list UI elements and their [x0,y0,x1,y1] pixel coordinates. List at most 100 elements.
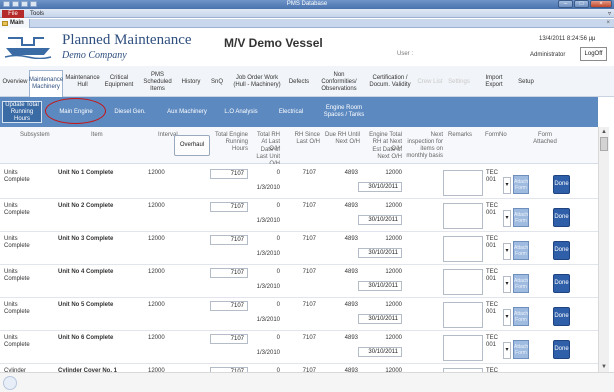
attach-form-button[interactable]: Attach Form [513,175,529,194]
cell-due-rh: 4893 [344,302,358,308]
remarks-field[interactable] [443,269,483,295]
formno-dropdown[interactable]: ▾ [503,243,511,260]
nav-crew-list[interactable]: Crew List [417,70,443,94]
scroll-down-icon[interactable]: ▼ [599,362,609,372]
running-hours-field[interactable]: 7107 [210,334,248,344]
file-tab[interactable]: File [2,10,24,18]
done-button[interactable]: Done [553,340,570,359]
vertical-scrollbar[interactable]: ▲ ▼ [598,127,609,372]
done-button[interactable]: Done [553,241,570,260]
ribbon-collapse-icon[interactable]: ▿ [608,10,611,17]
nav-job-order-work[interactable]: Job Order Work (Hull - Machinery) [230,70,284,94]
est-date-field[interactable]: 30/10/2011 [358,215,402,225]
running-hours-field[interactable]: 7107 [210,301,248,311]
col-formno: FormNo [485,132,507,138]
overhaul-button[interactable]: Overhaul [174,135,210,156]
nav-non-conformities[interactable]: Non Conformities/ Observations [315,70,363,94]
cell-subsystem: Units Complete [4,236,30,249]
cell-formno: TEC 001 [486,203,498,216]
cell-subsystem: Units Complete [4,269,30,282]
nav-settings[interactable]: Settings [446,70,472,94]
company-name: Demo Company [62,50,127,61]
formno-dropdown[interactable]: ▾ [503,210,511,227]
nav-maintenance-machinery[interactable]: Maintenance Machinery [29,70,63,97]
table-row: Units Complete Unit No 2 Complete 12000 710… [0,199,598,232]
close-button[interactable]: × [590,0,612,8]
nav-setup[interactable]: Setup [515,70,537,94]
logoff-button[interactable]: LogOff [580,47,607,61]
running-hours-field[interactable]: 7107 [210,169,248,179]
tab-main[interactable]: Main [0,19,30,28]
cell-rh-at-last: 0 [276,170,280,176]
scroll-up-icon[interactable]: ▲ [599,127,609,137]
nav-snq[interactable]: SnQ [207,70,227,94]
nav-overview[interactable]: Overview [2,70,28,94]
scroll-thumb[interactable] [600,137,608,151]
subnav-lo-analysis[interactable]: L.O Analysis [218,101,264,123]
est-date-field[interactable]: 30/10/2011 [358,314,402,324]
nav-certification[interactable]: Certification / Docum. Validity [366,70,414,94]
est-date-field[interactable]: 30/10/2011 [358,248,402,258]
cell-item: Unit No 1 Complete [58,170,114,176]
vessel-name: M/V Demo Vessel [224,36,323,50]
cell-due-rh: 4893 [344,170,358,176]
close-tab-icon[interactable]: × [606,20,610,26]
attach-form-button[interactable]: Attach Form [513,208,529,227]
tools-tab[interactable]: Tools [30,10,44,18]
nav-critical-equipment[interactable]: Critical Equipment [102,70,136,94]
est-date-field[interactable]: 30/10/2011 [358,281,402,291]
remarks-field[interactable] [443,302,483,328]
est-date-field[interactable]: 30/10/2011 [358,182,402,192]
subnav-aux-machinery[interactable]: Aux Machinery [160,101,214,123]
nav-maintenance-hull[interactable]: Maintenance Hull [65,70,99,94]
cell-rh-since: 7107 [302,335,316,341]
done-button[interactable]: Done [553,274,570,293]
cell-item: Unit No 3 Complete [58,236,114,242]
cell-formno: TEC 001 [486,236,498,249]
app-header: Planned Maintenance Demo Company M/V Dem… [0,29,614,66]
attach-form-button[interactable]: Attach Form [513,340,529,359]
running-hours-field[interactable]: 7107 [210,235,248,245]
formno-dropdown[interactable]: ▾ [503,177,511,194]
nav-pms-scheduled-items[interactable]: PMS Scheduled Items [140,70,175,94]
cell-formno: TEC 001 [486,269,498,282]
column-headers: Subsystem Item Interval Overhaul Total E… [0,127,598,167]
nav-history[interactable]: History [178,70,204,94]
attach-form-button[interactable]: Attach Form [513,307,529,326]
remarks-field[interactable] [443,203,483,229]
maximize-button[interactable]: □ [574,0,589,8]
running-hours-field[interactable]: 7107 [210,268,248,278]
cell-due-rh: 4893 [344,269,358,275]
subnav-diesel-gen[interactable]: Diesel Gen. [110,101,150,123]
cell-rh-at-last: 0 [276,236,280,242]
nav-defects[interactable]: Defects [287,70,311,94]
est-date-field[interactable]: 30/10/2011 [358,347,402,357]
attach-form-button[interactable]: Attach Form [513,241,529,260]
done-button[interactable]: Done [553,175,570,194]
subnav-engine-room-spaces[interactable]: Engine Room Spaces / Tanks [317,101,371,123]
running-hours-field[interactable]: 7107 [210,202,248,212]
minimize-button[interactable]: – [558,0,573,8]
table-row: Units Complete Unit No 1 Complete 12000 710… [0,166,598,199]
attach-form-button[interactable]: Attach Form [513,274,529,293]
cell-rh-since: 7107 [302,170,316,176]
cell-next-total: 12000 [385,302,402,308]
formno-dropdown[interactable]: ▾ [503,309,511,326]
remarks-field[interactable] [443,170,483,196]
window-controls: – □ × [558,0,612,8]
subnav-electrical[interactable]: Electrical [272,101,310,123]
table-row: Units Complete Unit No 4 Complete 12000 710… [0,265,598,298]
cell-due-rh: 4893 [344,335,358,341]
update-running-hours-button[interactable]: Update Total Running Hours [2,101,42,123]
done-button[interactable]: Done [553,307,570,326]
remarks-field[interactable] [443,236,483,262]
formno-dropdown[interactable]: ▾ [503,276,511,293]
formno-dropdown[interactable]: ▾ [503,342,511,359]
table-row: Units Complete Unit No 5 Complete 12000 710… [0,298,598,331]
cell-due-rh: 4893 [344,203,358,209]
nav-import-export[interactable]: Import Export [479,70,509,94]
done-button[interactable]: Done [553,208,570,227]
remarks-field[interactable] [443,335,483,361]
status-bar [0,372,614,392]
table-row: Units Complete Unit No 3 Complete 12000 710… [0,232,598,265]
